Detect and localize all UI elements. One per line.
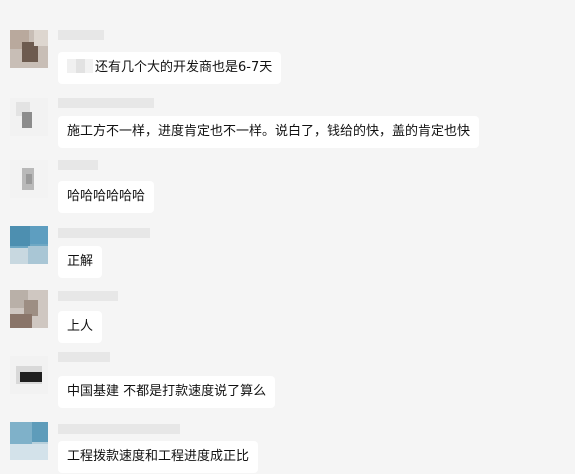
sender-name <box>58 30 104 40</box>
message-bubble[interactable]: 哈哈哈哈哈哈 <box>58 181 155 213</box>
avatar[interactable] <box>10 30 48 68</box>
message-bubble[interactable]: 还有几个大的开发商也是6-7天 <box>58 52 282 84</box>
message-text: 施工方不一样，进度肯定也不一样。说白了，钱给的快，盖的肯定也快 <box>67 124 471 139</box>
sender-name <box>58 352 110 362</box>
sender-name <box>58 228 150 238</box>
avatar[interactable] <box>10 290 48 328</box>
sender-name <box>58 98 154 108</box>
avatar[interactable] <box>10 356 48 394</box>
message-text: 哈哈哈哈哈哈 <box>67 189 146 204</box>
message-text: 上人 <box>67 319 94 334</box>
message-text: 工程拨款速度和工程进度成正比 <box>67 449 250 464</box>
avatar[interactable] <box>10 98 48 136</box>
message-bubble[interactable]: 中国基建 不都是打款速度说了算么 <box>58 376 276 408</box>
avatar[interactable] <box>10 226 48 264</box>
sender-name <box>58 291 118 301</box>
sender-name <box>58 160 98 170</box>
avatar[interactable] <box>10 160 48 198</box>
message-bubble[interactable]: 上人 <box>58 311 103 343</box>
message-bubble[interactable]: 正解 <box>58 246 103 278</box>
message-bubble[interactable]: 工程拨款速度和工程进度成正比 <box>58 441 259 473</box>
message-text: 还有几个大的开发商也是6-7天 <box>95 60 273 75</box>
message-text: 中国基建 不都是打款速度说了算么 <box>67 384 267 399</box>
message-bubble[interactable]: 施工方不一样，进度肯定也不一样。说白了，钱给的快，盖的肯定也快 <box>58 116 480 148</box>
avatar[interactable] <box>10 422 48 460</box>
message-text: 正解 <box>67 254 94 269</box>
sender-name <box>58 424 180 434</box>
redacted-name <box>67 59 93 73</box>
